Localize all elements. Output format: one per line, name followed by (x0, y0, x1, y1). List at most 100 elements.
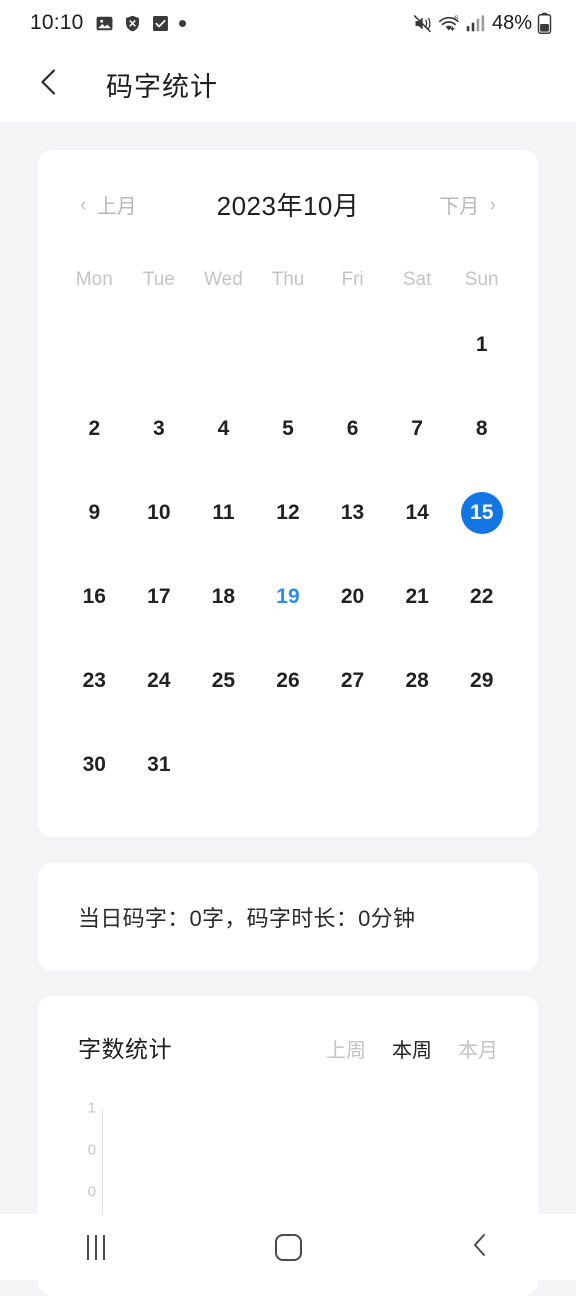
calendar-day-number: 16 (82, 585, 106, 608)
calendar-day-number (73, 324, 115, 366)
calendar-day-number: 1 (475, 333, 488, 356)
calendar-day-number (396, 744, 438, 786)
calendar-day-cell[interactable]: 17 (127, 555, 192, 639)
wifi-6-icon: 6 (438, 13, 460, 34)
calendar-day-number: 18 (211, 585, 236, 608)
calendar-day-number: 10 (147, 501, 171, 524)
calendar-day-cell[interactable]: 22 (449, 555, 514, 639)
calendar-header: ‹ 上月 2023年10月 下月 › (62, 186, 514, 223)
calendar-day-number: 14 (405, 501, 429, 524)
cellular-signal-icon (465, 14, 485, 33)
calendar-weekday-row: Mon Tue Wed Thu Fri Sat Sun (62, 257, 514, 303)
calendar-day-cell[interactable]: 27 (320, 639, 385, 723)
chart-title: 字数统计 (78, 1036, 172, 1062)
calendar-day-cell[interactable]: 25 (191, 639, 256, 723)
chevron-left-icon: ‹ (80, 193, 87, 216)
prev-month-button[interactable]: ‹ 上月 (80, 190, 137, 219)
svg-text:6: 6 (454, 13, 458, 22)
calendar-card: ‹ 上月 2023年10月 下月 › Mon Tue Wed Thu Fri S… (38, 150, 538, 837)
scroll-content[interactable]: ‹ 上月 2023年10月 下月 › Mon Tue Wed Thu Fri S… (0, 124, 576, 1296)
calendar-day-cell[interactable]: 11 (191, 471, 256, 555)
calendar-day-cell[interactable]: 30 (62, 723, 127, 807)
calendar-day-number: 20 (340, 585, 365, 608)
page-title: 码字统计 (106, 71, 218, 102)
tab-this-week[interactable]: 本周 (392, 1034, 432, 1063)
calendar-day-cell[interactable]: 9 (62, 471, 127, 555)
battery-icon (537, 12, 552, 34)
calendar-day-empty (320, 723, 385, 807)
y-tick-label: 0 (87, 1183, 96, 1201)
calendar-day-number: 5 (282, 417, 294, 440)
recents-button[interactable] (48, 1214, 144, 1280)
calendar-day-cell[interactable]: 23 (62, 639, 127, 723)
back-chevron-icon (36, 67, 62, 102)
weekday-label: Tue (142, 269, 175, 290)
nav-back-button[interactable] (432, 1214, 528, 1280)
calendar-day-cell[interactable]: 19 (256, 555, 321, 639)
calendar-day-cell[interactable]: 18 (191, 555, 256, 639)
checkbox-checked-icon (151, 14, 170, 33)
dot-icon (178, 19, 186, 27)
calendar-day-empty (320, 303, 385, 387)
calendar-day-number: 4 (217, 417, 230, 440)
weekday-label: Mon (75, 269, 113, 290)
calendar-day-cell[interactable]: 21 (385, 555, 450, 639)
next-month-button[interactable]: 下月 › (439, 190, 496, 219)
calendar-day-number: 24 (147, 669, 171, 692)
calendar-day-number: 27 (340, 669, 365, 692)
daily-summary-card: 当日码字：0字，码字时长：0分钟 (38, 863, 538, 971)
calendar-day-cell[interactable]: 29 (449, 639, 514, 723)
weekday-label: Fri (341, 269, 364, 290)
mute-vibrate-icon (412, 13, 433, 34)
tab-last-week[interactable]: 上周 (326, 1034, 366, 1063)
weekday-label: Sun (464, 269, 499, 290)
calendar-day-number: 19 (276, 585, 300, 608)
calendar-day-number: 17 (147, 585, 171, 608)
calendar-day-cell[interactable]: 20 (320, 555, 385, 639)
calendar-day-grid[interactable]: 1 2 3 4 5 6 7 8 9 10 11 12 13 14 15 16 17 18 19 20 21 22 23 24 2… (62, 303, 514, 807)
calendar-day-cell[interactable]: 6 (320, 387, 385, 471)
header-back-button[interactable] (26, 61, 72, 107)
calendar-day-cell[interactable]: 4 (191, 387, 256, 471)
chevron-right-icon: › (489, 193, 496, 216)
home-button[interactable] (240, 1214, 336, 1280)
calendar-day-cell[interactable]: 15 (449, 471, 514, 555)
calendar-day-cell[interactable]: 26 (256, 639, 321, 723)
calendar-day-cell[interactable]: 8 (449, 387, 514, 471)
calendar-day-number: 13 (340, 501, 365, 524)
weekday-label: Thu (271, 269, 305, 290)
status-bar: 10:10 6 48% (0, 0, 576, 46)
calendar-day-number: 30 (82, 753, 106, 776)
calendar-day-cell[interactable]: 7 (385, 387, 450, 471)
calendar-day-number: 23 (82, 669, 106, 692)
calendar-day-number: 7 (411, 417, 423, 440)
calendar-day-cell[interactable]: 3 (127, 387, 192, 471)
calendar-day-cell[interactable]: 12 (256, 471, 321, 555)
calendar-day-cell[interactable]: 14 (385, 471, 450, 555)
calendar-day-cell[interactable]: 1 (449, 303, 514, 387)
status-bar-right: 6 48% (412, 12, 552, 35)
calendar-day-number: 31 (147, 753, 171, 776)
calendar-day-number: 2 (88, 417, 101, 440)
calendar-day-number: 21 (405, 585, 429, 608)
calendar-day-cell[interactable]: 31 (127, 723, 192, 807)
chart-range-tabs: 上周 本周 本月 (326, 1034, 498, 1063)
calendar-day-cell[interactable]: 10 (127, 471, 192, 555)
android-navigation-bar (0, 1214, 576, 1280)
calendar-day-number: 25 (211, 669, 236, 692)
status-clock: 10:10 (30, 11, 84, 34)
weekday-label: Wed (204, 269, 243, 290)
calendar-day-number: 15 (460, 492, 503, 534)
calendar-day-cell[interactable]: 13 (320, 471, 385, 555)
calendar-day-cell[interactable]: 5 (256, 387, 321, 471)
calendar-day-number: 9 (88, 501, 101, 524)
calendar-day-empty (385, 303, 450, 387)
calendar-day-cell[interactable]: 16 (62, 555, 127, 639)
calendar-day-cell[interactable]: 28 (385, 639, 450, 723)
calendar-day-cell[interactable]: 2 (62, 387, 127, 471)
calendar-month-label: 2023年10月 (216, 191, 360, 221)
tab-this-month[interactable]: 本月 (458, 1034, 498, 1063)
calendar-day-cell[interactable]: 24 (127, 639, 192, 723)
weekday-label: Sat (402, 269, 432, 290)
calendar-day-empty (385, 723, 450, 807)
